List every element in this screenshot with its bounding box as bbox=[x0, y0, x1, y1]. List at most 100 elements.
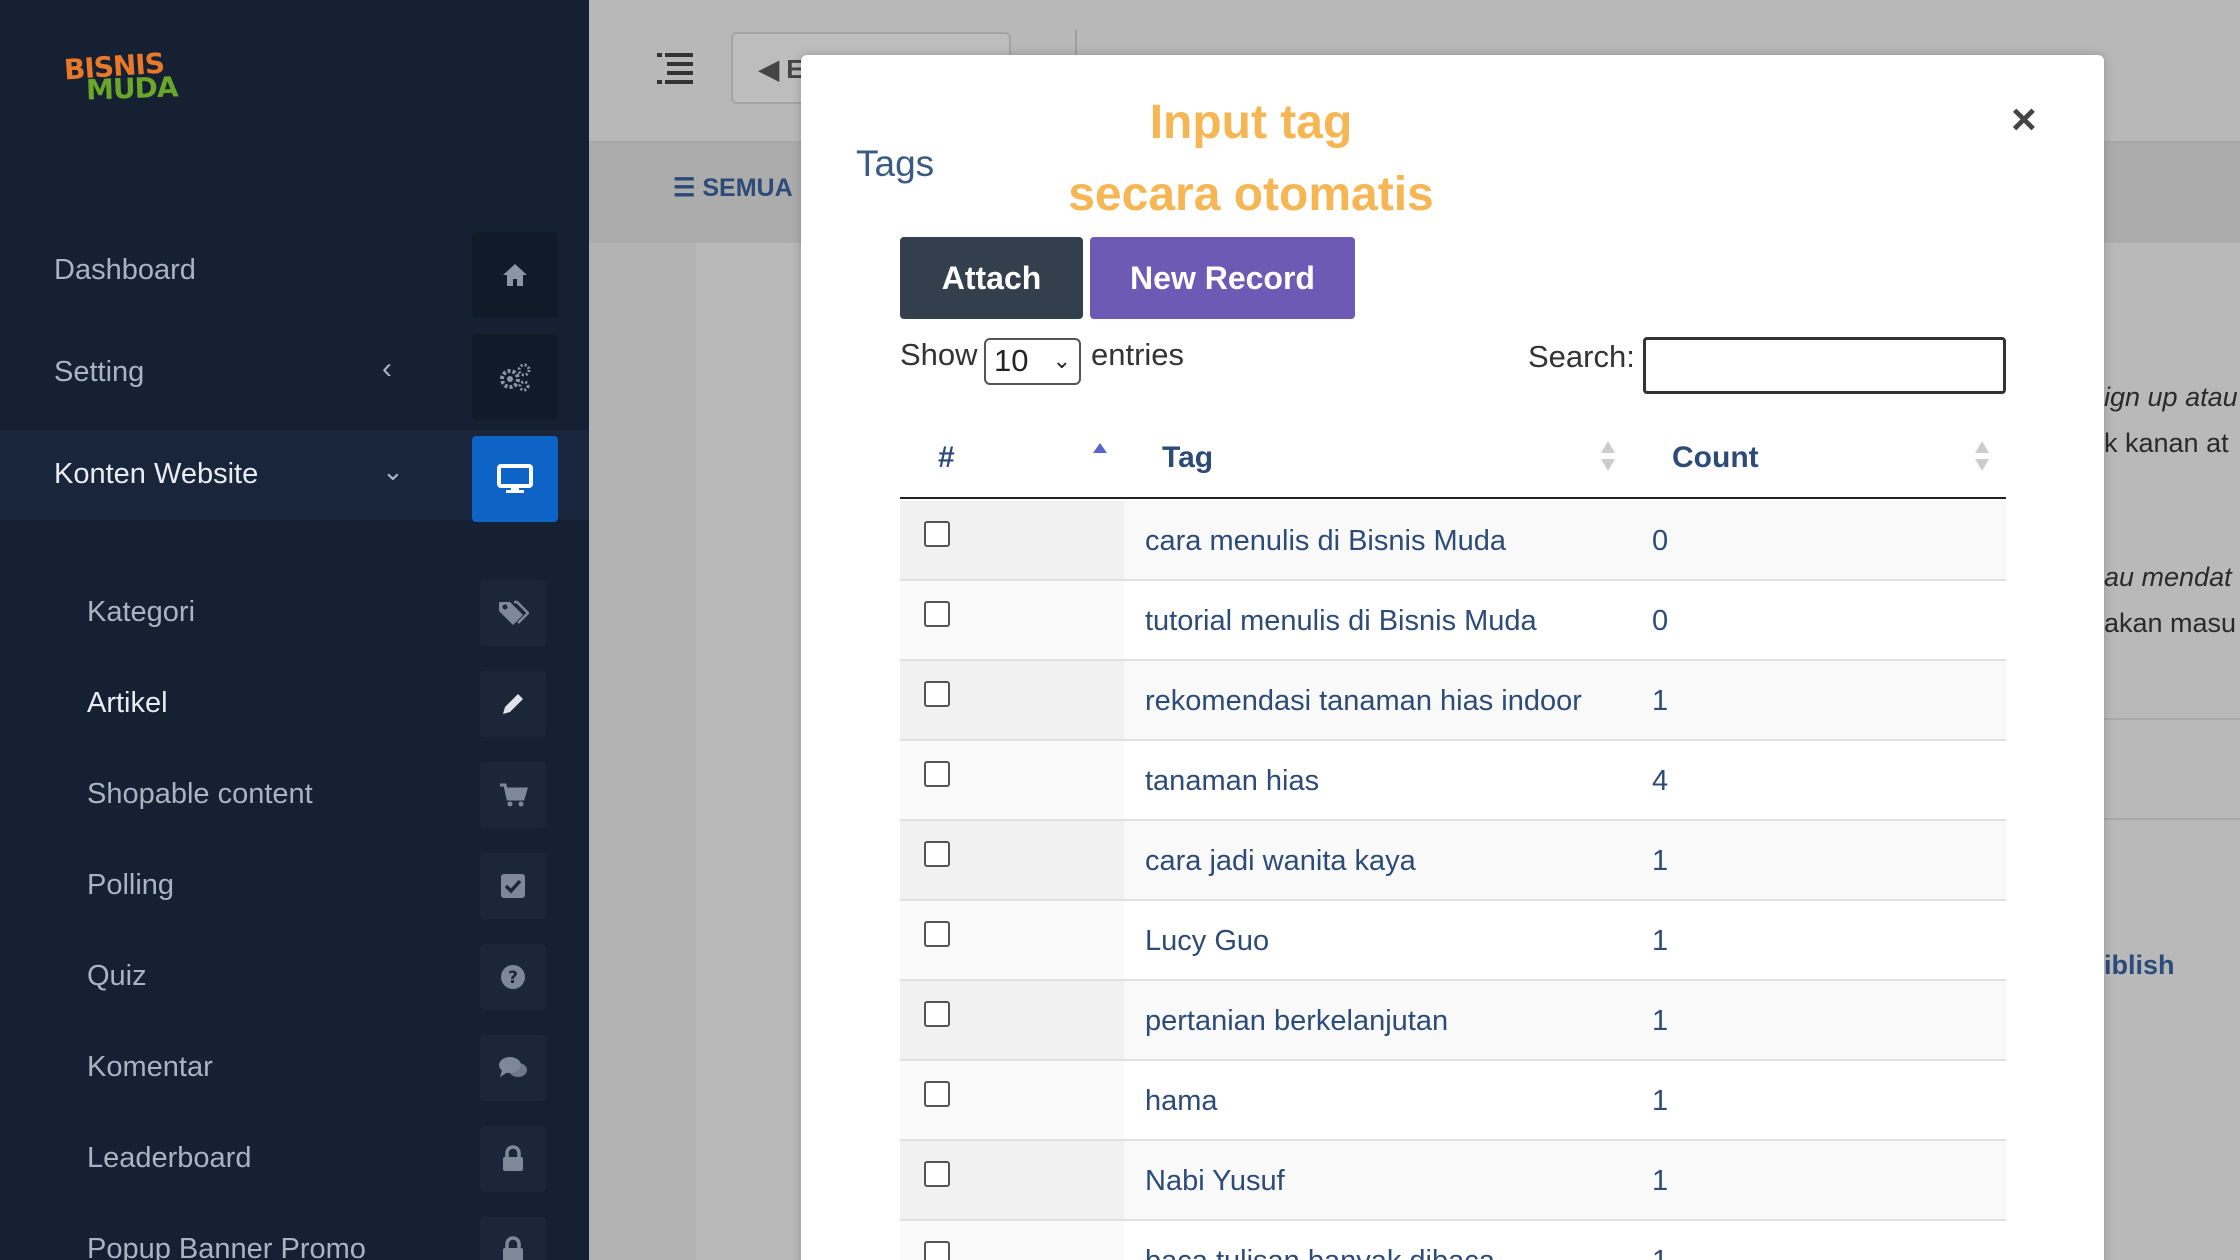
sidebar-item-label: Quiz bbox=[87, 960, 147, 992]
annotation-text: Input tag secara otomatis bbox=[1001, 87, 1501, 231]
chevron-down-icon: ⌄ bbox=[1052, 348, 1071, 373]
table-row[interactable]: hama 1 bbox=[900, 1061, 2006, 1141]
lock-icon bbox=[480, 1217, 546, 1260]
list-icon: ☰ bbox=[673, 174, 703, 202]
comments-icon bbox=[480, 1035, 546, 1101]
tag-name: Nabi Yusuf bbox=[1145, 1165, 1285, 1197]
table-row[interactable]: Nabi Yusuf 1 bbox=[900, 1141, 2006, 1221]
tag-count: 1 bbox=[1652, 1165, 1669, 1197]
table-row[interactable]: cara menulis di Bisnis Muda 0 bbox=[900, 501, 2006, 581]
chevron-left-icon: ‹ bbox=[382, 352, 392, 385]
table-row[interactable]: cara jadi wanita kaya 1 bbox=[900, 821, 2006, 901]
sidebar-item-label: Setting bbox=[54, 356, 145, 388]
sidebar-item-komentar[interactable]: Komentar bbox=[0, 1021, 589, 1112]
tag-name: tutorial menulis di Bisnis Muda bbox=[1145, 605, 1537, 637]
row-checkbox[interactable] bbox=[924, 921, 950, 947]
tab-semua[interactable]: ☰ SEMUA bbox=[673, 173, 793, 203]
arrow-left-icon: ◀ bbox=[759, 54, 787, 84]
column-header-count[interactable]: Count bbox=[1672, 441, 1759, 475]
background-text: akan masu bbox=[2104, 608, 2237, 638]
search-label: Search: bbox=[1528, 339, 1635, 374]
check-square-icon bbox=[480, 853, 546, 919]
column-header-number[interactable]: # bbox=[938, 441, 955, 475]
table-row[interactable]: pertanian berkelanjutan 1 bbox=[900, 981, 2006, 1061]
divider bbox=[2104, 818, 2240, 820]
sidebar-item-label: Konten Website bbox=[54, 458, 259, 490]
column-header-tag[interactable]: Tag bbox=[1162, 441, 1213, 475]
tag-name: pertanian berkelanjutan bbox=[1145, 1005, 1449, 1037]
sidebar-item-label: Popup Banner Promo bbox=[87, 1233, 366, 1260]
table-row[interactable]: tutorial menulis di Bisnis Muda 0 bbox=[900, 581, 2006, 661]
tag-name: cara menulis di Bisnis Muda bbox=[1145, 525, 1507, 557]
background-text: ign up atau bbox=[2104, 382, 2238, 412]
publish-button[interactable]: iblish bbox=[2104, 950, 2175, 981]
sidebar-item-label: Leaderboard bbox=[87, 1142, 252, 1174]
row-checkbox[interactable] bbox=[924, 841, 950, 867]
row-checkbox[interactable] bbox=[924, 1081, 950, 1107]
sidebar-item-kategori[interactable]: Kategori bbox=[0, 566, 589, 657]
table-row[interactable]: baca tulisan banyak dibaca 1 bbox=[900, 1221, 2006, 1260]
row-select-cell bbox=[900, 581, 1124, 659]
tag-count: 1 bbox=[1652, 925, 1669, 957]
annotation-line: secara otomatis bbox=[1068, 168, 1434, 221]
row-select-cell bbox=[900, 741, 1124, 819]
show-label: Show bbox=[900, 337, 978, 372]
row-checkbox[interactable] bbox=[924, 601, 950, 627]
row-checkbox[interactable] bbox=[924, 761, 950, 787]
tag-count: 1 bbox=[1652, 845, 1669, 877]
table-row[interactable]: tanaman hias 4 bbox=[900, 741, 2006, 821]
tag-count: 1 bbox=[1652, 685, 1669, 717]
svg-text:?: ? bbox=[508, 968, 518, 988]
table-row[interactable]: Lucy Guo 1 bbox=[900, 901, 2006, 981]
sidebar-item-artikel[interactable]: Artikel bbox=[0, 657, 589, 748]
tags-icon bbox=[480, 580, 546, 646]
divider bbox=[2104, 718, 2240, 720]
sidebar-item-quiz[interactable]: Quiz ? bbox=[0, 930, 589, 1021]
tag-name: baca tulisan banyak dibaca bbox=[1145, 1245, 1495, 1260]
lock-icon bbox=[480, 1126, 546, 1192]
row-checkbox[interactable] bbox=[924, 1001, 950, 1027]
pencil-icon bbox=[480, 671, 546, 737]
search-input[interactable] bbox=[1643, 337, 2006, 394]
row-checkbox[interactable] bbox=[924, 1161, 950, 1187]
new-record-button[interactable]: New Record bbox=[1090, 237, 1355, 319]
sidebar-item-dashboard[interactable]: Dashboard bbox=[0, 226, 589, 318]
page-size-value: 10 bbox=[994, 343, 1029, 378]
sidebar-item-polling[interactable]: Polling bbox=[0, 839, 589, 930]
modal-title: Tags bbox=[856, 143, 935, 184]
sidebar-item-label: Shopable content bbox=[87, 778, 313, 810]
sidebar-item-label: Artikel bbox=[87, 687, 168, 719]
row-checkbox[interactable] bbox=[924, 521, 950, 547]
tag-name: hama bbox=[1145, 1085, 1218, 1117]
row-select-cell bbox=[900, 821, 1124, 899]
sort-asc-icon[interactable] bbox=[1092, 437, 1108, 475]
close-icon[interactable]: × bbox=[2011, 95, 2037, 145]
logo[interactable]: BISNIS MUDA bbox=[62, 47, 178, 107]
sidebar-item-label: Dashboard bbox=[54, 254, 196, 286]
row-checkbox[interactable] bbox=[924, 681, 950, 707]
tag-count: 0 bbox=[1652, 605, 1669, 637]
sidebar-item-setting[interactable]: Setting ‹ bbox=[0, 328, 589, 420]
question-circle-icon: ? bbox=[480, 944, 546, 1010]
tag-name: tanaman hias bbox=[1145, 765, 1320, 797]
background-text: k kanan at bbox=[2104, 428, 2229, 458]
table-row[interactable]: rekomendasi tanaman hias indoor 1 bbox=[900, 661, 2006, 741]
tag-count: 1 bbox=[1652, 1245, 1668, 1260]
tab-label: SEMUA bbox=[702, 174, 793, 202]
row-select-cell bbox=[900, 901, 1124, 979]
page-size-select[interactable]: 10 ⌄ bbox=[984, 338, 1081, 385]
tag-count: 0 bbox=[1652, 525, 1669, 557]
sort-icon[interactable] bbox=[1600, 437, 1616, 475]
sidebar-item-label: Kategori bbox=[87, 596, 196, 628]
sidebar-item-popup-banner-promo[interactable]: Popup Banner Promo bbox=[0, 1203, 589, 1260]
sidebar-item-konten-website[interactable]: Konten Website ⌄ bbox=[0, 430, 589, 522]
attach-button[interactable]: Attach bbox=[900, 237, 1083, 319]
row-select-cell bbox=[900, 1221, 1124, 1260]
table-header: # Tag Count bbox=[900, 415, 2006, 499]
sidebar-item-shopable-content[interactable]: Shopable content bbox=[0, 748, 589, 839]
menu-toggle-icon[interactable] bbox=[655, 48, 695, 88]
row-checkbox[interactable] bbox=[924, 1241, 950, 1260]
sort-icon[interactable] bbox=[1974, 437, 1990, 475]
row-select-cell bbox=[900, 1061, 1124, 1139]
sidebar-item-leaderboard[interactable]: Leaderboard bbox=[0, 1112, 589, 1203]
